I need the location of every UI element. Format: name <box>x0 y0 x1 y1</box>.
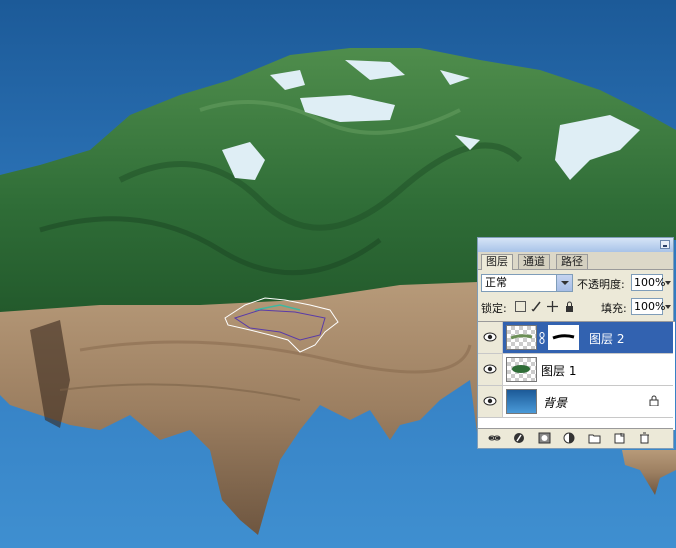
chevron-down-icon[interactable] <box>556 275 572 291</box>
link-icon[interactable] <box>488 432 501 444</box>
layer-name: 图层 1 <box>541 364 577 378</box>
layer-row-background[interactable]: 背景 <box>478 386 673 418</box>
tab-paths[interactable]: 路径 <box>556 254 588 269</box>
blend-mode-select[interactable]: 正常 <box>481 274 573 292</box>
tab-channels[interactable]: 通道 <box>518 254 550 269</box>
opacity-label: 不透明度: <box>577 278 625 291</box>
new-layer-icon[interactable] <box>613 432 626 444</box>
panel-tabs: 图层 通道 路径 <box>478 252 673 270</box>
blend-opacity-row: 正常 不透明度: 100% <box>478 271 673 293</box>
minimize-icon[interactable] <box>660 240 670 249</box>
mask-icon[interactable] <box>538 432 551 444</box>
lock-fill-row: 锁定: 填充: 100% <box>478 296 673 318</box>
eye-icon[interactable] <box>483 363 497 375</box>
layer-thumbnail[interactable] <box>506 357 537 382</box>
layers-panel: 图层 通道 路径 正常 不透明度: 100% 锁定: 填充: 100% 图层 2… <box>477 237 675 449</box>
panel-titlebar[interactable] <box>478 238 673 252</box>
fx-icon[interactable] <box>513 432 526 444</box>
adjustment-icon[interactable] <box>563 432 576 444</box>
opacity-dropdown-icon[interactable] <box>664 275 673 290</box>
fill-input[interactable]: 100% <box>631 298 671 315</box>
layer-row-layer1[interactable]: 图层 1 <box>478 354 673 386</box>
layers-list: 图层 2 图层 1 背景 <box>478 321 675 430</box>
fill-dropdown-icon[interactable] <box>664 299 673 314</box>
island-rock <box>0 282 478 535</box>
layer-name: 图层 2 <box>589 332 625 346</box>
fill-label: 填充: <box>601 302 627 315</box>
blend-mode-value: 正常 <box>485 276 507 289</box>
opacity-value: 100% <box>634 276 666 289</box>
group-folder-icon[interactable] <box>588 432 601 444</box>
lock-transparency-icon[interactable] <box>515 301 526 312</box>
chain-link-icon[interactable] <box>539 332 545 344</box>
layer-name: 背景 <box>543 396 568 410</box>
trash-icon[interactable] <box>638 432 651 444</box>
layer-thumbnail[interactable] <box>506 325 537 350</box>
lock-label: 锁定: <box>481 302 507 315</box>
fill-value: 100% <box>634 300 666 313</box>
panel-bottom-toolbar <box>478 428 673 448</box>
opacity-input[interactable]: 100% <box>631 274 671 291</box>
layer-thumbnail[interactable] <box>506 389 537 414</box>
eye-icon[interactable] <box>483 331 497 343</box>
eye-icon[interactable] <box>483 395 497 407</box>
lock-icon <box>649 395 659 406</box>
lock-position-icon[interactable] <box>547 301 558 312</box>
lock-image-icon[interactable] <box>531 301 542 312</box>
tab-layers[interactable]: 图层 <box>481 254 513 270</box>
layer-mask-thumbnail[interactable] <box>548 325 579 350</box>
lock-all-icon[interactable] <box>564 301 575 312</box>
layer-row-layer2[interactable]: 图层 2 <box>478 322 673 354</box>
